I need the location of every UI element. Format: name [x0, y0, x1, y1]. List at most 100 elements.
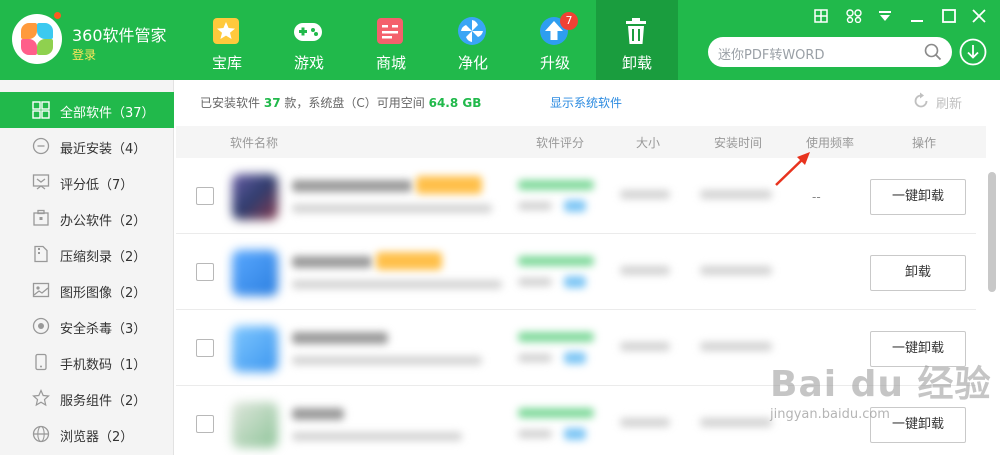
sidebar-item-phone[interactable]: 手机数码（1） [0, 344, 174, 380]
installed-count: 37 [263, 96, 281, 110]
row-checkbox[interactable] [196, 263, 214, 281]
tab-uninstall[interactable]: 卸载 [596, 0, 678, 80]
uninstall-button[interactable]: 一键卸载 [870, 179, 966, 215]
rating-count [518, 354, 552, 362]
column-usage-frequency[interactable]: 使用频率 [806, 134, 854, 151]
tab-games[interactable]: 游戏 [268, 0, 350, 80]
sidebar-item-label: 最近安装（4） [60, 142, 147, 157]
sidebar-item-service[interactable]: 服务组件（2） [0, 380, 174, 416]
annotation-arrow-icon [775, 152, 810, 186]
sidebar-item-recent[interactable]: 最近安装（4） [0, 128, 174, 164]
treasure-star-icon [213, 18, 239, 44]
sidebar-item-label: 办公软件（2） [60, 214, 147, 229]
app-size [620, 266, 670, 275]
app-install-time [700, 418, 772, 427]
sidebar-item-compress[interactable]: 压缩刻录（2） [0, 236, 174, 272]
app-size [620, 418, 670, 427]
tab-upgrade-label: 升级 [539, 54, 570, 72]
sidebar-item-low-rating[interactable]: 评分低（7） [0, 164, 174, 200]
upgrade-count-badge: 7 [560, 12, 578, 30]
sidebar-item-label: 压缩刻录（2） [60, 250, 147, 265]
sidebar-item-security[interactable]: 安全杀毒（3） [0, 308, 174, 344]
app-size [620, 342, 670, 351]
sidebar-item-all[interactable]: 全部软件（37） [0, 92, 174, 128]
search-icon[interactable] [924, 43, 942, 61]
sidebar-item-office[interactable]: 办公软件（2） [0, 200, 174, 236]
summary-middle: 款，系统盘（C）可用空间 [284, 96, 425, 110]
search-input[interactable]: 迷你PDF转WORD [708, 37, 952, 67]
sidebar-item-image[interactable]: 图形图像（2） [0, 272, 174, 308]
app-title: 360软件管家 [72, 26, 167, 45]
image-icon [32, 282, 50, 298]
row-checkbox[interactable] [196, 415, 214, 433]
sidebar-item-label: 安全杀毒（3） [60, 322, 147, 337]
phone-icon [35, 353, 47, 371]
recent-icon [32, 137, 50, 155]
sidebar-item-label: 手机数码（1） [60, 358, 147, 373]
app-icon [232, 174, 278, 220]
tab-treasure[interactable]: 宝库 [186, 0, 268, 80]
tab-purify[interactable]: 净化 [432, 0, 514, 80]
app-icon [232, 250, 278, 296]
refresh-label: 刷新 [936, 97, 963, 112]
top-bar: 360软件管家 登录 宝库 游戏 商城 净化 7 升级 卸载 迷你PDF转WOR… [0, 0, 1000, 80]
sidebar-item-label: 评分低（7） [60, 178, 134, 193]
security-icon [32, 317, 50, 335]
tab-store[interactable]: 商城 [350, 0, 432, 80]
app-description [292, 204, 492, 213]
skin-icon[interactable] [843, 6, 865, 26]
column-install-time[interactable]: 安装时间 [714, 134, 762, 151]
tab-purify-label: 净化 [457, 54, 488, 72]
app-size [620, 190, 670, 199]
column-action: 操作 [912, 136, 937, 150]
tab-upgrade[interactable]: 7 升级 [514, 0, 596, 80]
tab-games-label: 游戏 [293, 54, 324, 72]
browser-icon [32, 425, 50, 443]
tab-store-label: 商城 [375, 54, 406, 72]
rating-tag [564, 352, 586, 364]
gamepad-icon [294, 23, 322, 41]
app-install-time [700, 190, 772, 199]
notification-dot [54, 12, 61, 19]
watermark-main: Bai du 经验 [770, 364, 992, 405]
app-description [292, 356, 482, 365]
login-link[interactable]: 登录 [72, 46, 96, 63]
maximize-icon[interactable] [938, 6, 960, 26]
app-name [292, 256, 372, 268]
watermark: Bai du 经验 jingyan.baidu.com [770, 355, 991, 445]
rating-count [518, 278, 552, 286]
rating-tag [564, 200, 586, 212]
category-sidebar: 全部软件（37） 最近安装（4） 评分低（7） 办公软件（2） 压缩刻录（2） … [0, 80, 174, 455]
uninstall-button[interactable]: 卸载 [870, 255, 966, 291]
sidebar-item-label: 浏览器（2） [60, 430, 134, 445]
service-icon [32, 389, 50, 407]
sidebar-item-label: 图形图像（2） [60, 286, 147, 301]
row-checkbox[interactable] [196, 339, 214, 357]
download-icon[interactable] [959, 38, 987, 66]
sidebar-item-label: 服务组件（2） [60, 394, 147, 409]
app-name [292, 408, 344, 420]
column-name[interactable]: 软件名称 [230, 134, 278, 151]
grid-icon[interactable] [810, 6, 832, 26]
close-icon[interactable] [968, 6, 990, 26]
rating-tag [564, 428, 586, 440]
tab-treasure-label: 宝库 [211, 54, 242, 72]
row-checkbox[interactable] [196, 187, 214, 205]
compress-icon [34, 245, 48, 263]
minimize-icon[interactable] [906, 6, 928, 26]
app-logo-icon [12, 14, 62, 64]
scrollbar[interactable] [988, 172, 996, 292]
table-header: 软件名称 软件评分 大小 安装时间 使用频率 操作 [176, 126, 986, 158]
app-rating [518, 332, 594, 342]
office-icon [33, 209, 49, 226]
table-row: -- 一键卸载 [176, 158, 976, 234]
sidebar-item-browser[interactable]: 浏览器（2） [0, 416, 174, 452]
trash-icon [626, 18, 646, 44]
column-rating[interactable]: 软件评分 [536, 134, 584, 151]
table-row: 卸载 [176, 234, 976, 310]
menu-down-icon[interactable] [874, 6, 896, 26]
show-system-software-link[interactable]: 显示系统软件 [550, 94, 622, 111]
column-size[interactable]: 大小 [636, 134, 660, 151]
app-rating [518, 408, 594, 418]
rating-count [518, 430, 552, 438]
